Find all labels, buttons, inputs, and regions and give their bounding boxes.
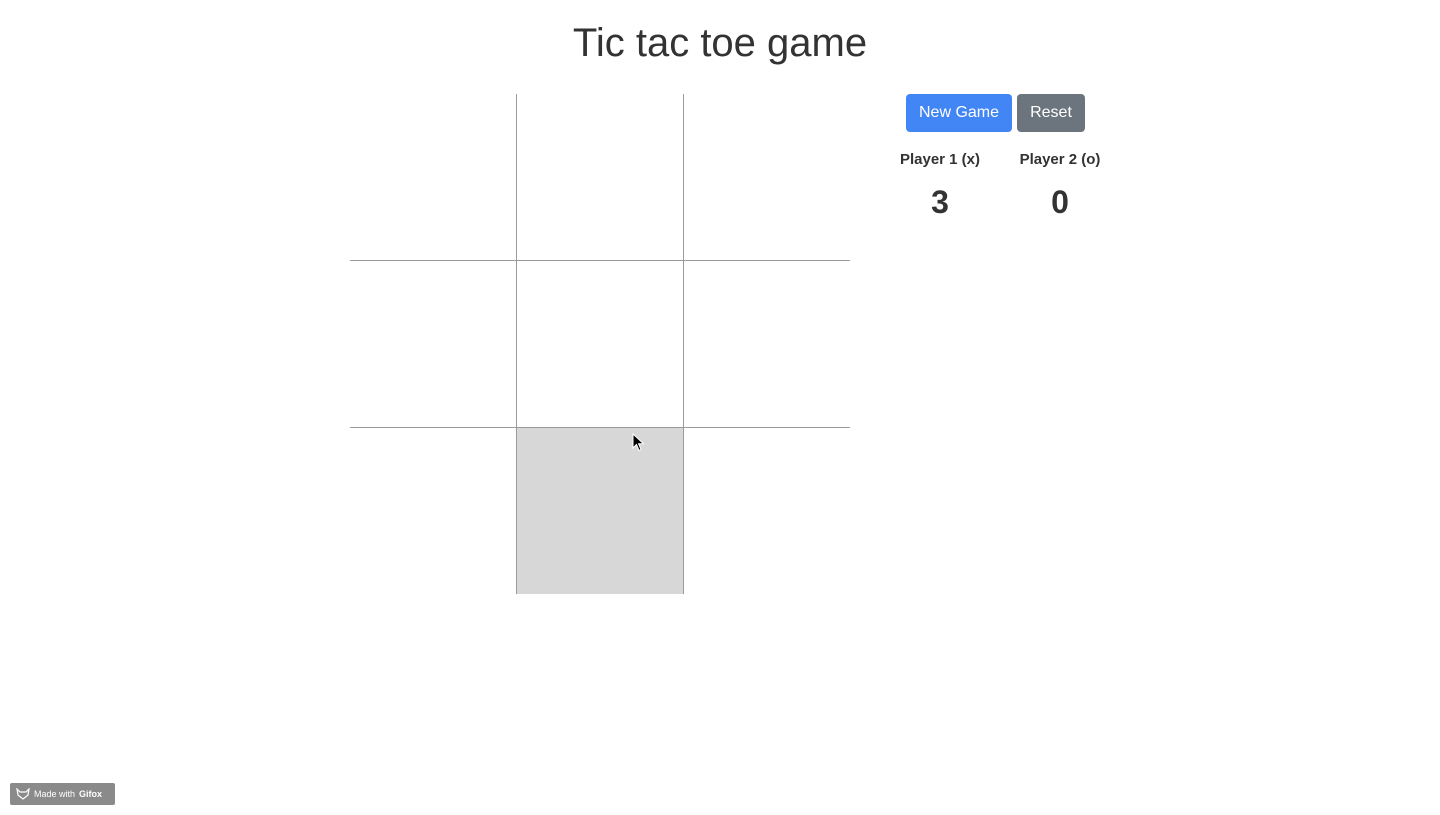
board-cell-5[interactable] [517, 261, 683, 427]
gifox-watermark: Made with Gifox [10, 783, 115, 805]
board-cell-2[interactable] [517, 94, 683, 260]
player1-score: 3 [931, 184, 949, 220]
board-cell-6[interactable] [684, 261, 850, 427]
player2-score-panel: Player 2 (o) 0 [1000, 150, 1120, 220]
page-title: Tic tac toe game [572, 21, 868, 65]
new-game-button[interactable]: New Game [906, 94, 1012, 132]
board-cell-9[interactable] [684, 428, 850, 594]
board-cell-1[interactable] [350, 94, 516, 260]
grid-line-horizontal-1 [350, 260, 850, 261]
game-controls: New Game Reset [906, 94, 1085, 132]
board-cell-7[interactable] [350, 428, 516, 594]
grid-line-vertical-1 [516, 94, 517, 594]
player2-label: Player 2 (o) [1019, 151, 1101, 168]
watermark-prefix: Made with [34, 789, 76, 799]
player1-label: Player 1 (x) [899, 151, 981, 168]
fox-logo-icon [16, 788, 30, 800]
player1-score-panel: Player 1 (x) 3 [880, 150, 1000, 220]
game-board [350, 94, 850, 594]
grid-line-vertical-2 [683, 94, 684, 594]
board-cell-8[interactable] [517, 428, 683, 594]
page: Tic tac toe game New Game Reset Player 1… [0, 0, 1440, 815]
watermark-brand: Gifox [79, 789, 103, 799]
grid-line-horizontal-2 [350, 427, 850, 428]
player2-score: 0 [1051, 184, 1069, 220]
arrow-cursor-icon [632, 433, 645, 452]
reset-button[interactable]: Reset [1017, 94, 1085, 132]
scoreboard: Player 1 (x) 3 Player 2 (o) 0 [880, 150, 1120, 220]
board-cell-3[interactable] [684, 94, 850, 260]
board-cell-4[interactable] [350, 261, 516, 427]
